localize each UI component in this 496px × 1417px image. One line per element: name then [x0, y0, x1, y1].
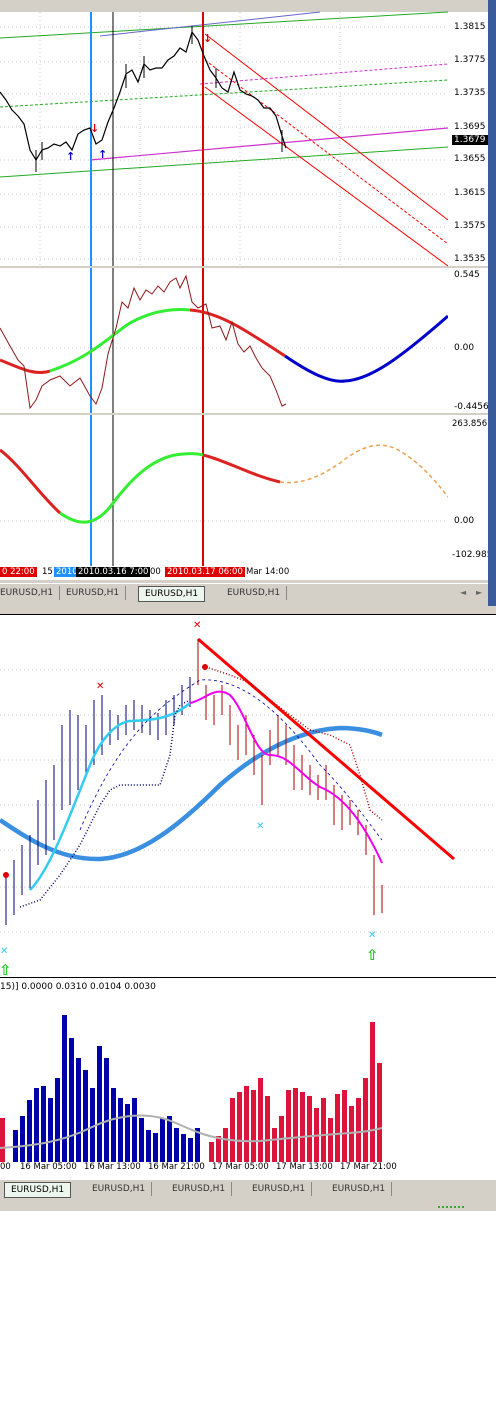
price-scale[interactable]: 1.3815 1.3775 1.3735 1.3695 1.3655 1.361… [448, 12, 488, 266]
chart-tab[interactable]: EURUSD,H1 [221, 586, 288, 600]
price-chart-svg: ↑ ↑ ↓ ↓ [0, 11, 449, 267]
chart-tab[interactable]: EURUSD,H1 [246, 1182, 313, 1196]
osc2-green-line [59, 452, 204, 524]
osc1-green-line [49, 308, 191, 373]
chart-tab[interactable]: EURUSD,H1 [0, 586, 61, 600]
time-label: 17 Mar 05:00 [212, 1162, 269, 1172]
chart-tab-active[interactable]: EURUSD,H1 [138, 586, 206, 602]
osc1-label: 0.00 [454, 343, 475, 353]
bottom-chart-svg: ✕ ✕ ✕ ✕ ✕ ⇧ ⇧ [0, 620, 496, 979]
cross-marker-icon: ✕ [256, 821, 264, 832]
top-time-axis: 0 22:00 15 2010 2010.03.16 7:00 00 2010.… [0, 566, 488, 580]
window-frame-edge [488, 0, 496, 606]
price-label: 1.3655 [454, 154, 486, 164]
osc2-label: 263.8561 [452, 419, 493, 429]
buy-arrow-icon: ↑ [66, 150, 75, 163]
time-label: 16 Mar 05:00 [20, 1162, 77, 1172]
sell-arrow-icon: ↓ [90, 122, 99, 135]
osc2-scale[interactable]: 263.8561 0.00 -102.985 [448, 415, 493, 566]
price-label: 1.3775 [454, 55, 486, 65]
time-label: 00 [150, 567, 161, 577]
cross-marker-icon: ✕ [368, 930, 376, 941]
time-label: 16 Mar 13:00 [84, 1162, 141, 1172]
oscillator-1-pane[interactable] [0, 268, 449, 413]
magenta-channel-lower[interactable] [89, 127, 449, 161]
osc2-forecast-line [279, 444, 449, 498]
cross-marker-icon: ✕ [193, 620, 201, 631]
price-label: 1.3735 [454, 88, 486, 98]
time-label: 15 [42, 567, 53, 577]
tab-scroll-left-icon[interactable]: ◄ [460, 588, 466, 597]
price-label: 1.3695 [454, 122, 486, 132]
time-label: 0 22:00 [0, 567, 37, 577]
connection-indicator [438, 1206, 464, 1210]
chart-tab[interactable]: EURUSD,H1 [86, 1182, 153, 1196]
osc1-label: 0.545 [454, 270, 480, 280]
price-label: 1.3615 [454, 188, 486, 198]
fast-ma-magenta [189, 690, 383, 864]
oscillator-2-svg [0, 415, 449, 566]
tab-scroll-right-icon[interactable]: ► [476, 588, 482, 597]
chart-tab[interactable]: EURUSD,H1 [326, 1182, 393, 1196]
osc1-blue-line [284, 314, 449, 383]
cross-marker-icon: ✕ [0, 946, 8, 957]
time-label: 16 Mar 21:00 [148, 1162, 205, 1172]
bottom-price-chart-pane[interactable]: ✕ ✕ ✕ ✕ ✕ ⇧ ⇧ [0, 614, 496, 979]
top-chart-window: ↑ ↑ ↓ ↓ 1.3815 1.3775 1.3735 1.3695 1.36… [0, 0, 496, 606]
histogram-svg [0, 1015, 383, 1162]
resistance-dots [205, 666, 383, 821]
black-vline-date: 2010.03.16 7:00 [76, 567, 151, 577]
signal-dot [202, 664, 208, 670]
red-channel-lower[interactable] [204, 86, 449, 267]
red-trendline[interactable] [197, 637, 455, 861]
osc2-red-line [0, 448, 62, 515]
status-bar [0, 1201, 496, 1211]
sell-arrow-icon: ↓ [203, 32, 212, 45]
chart-tab[interactable]: EURUSD,H1 [166, 1182, 233, 1196]
price-chart-pane[interactable]: ↑ ↑ ↓ ↓ [0, 11, 449, 267]
osc1-label: -0.4456 [454, 402, 489, 412]
histogram-bars-bull [13, 1015, 200, 1162]
osc1-red-line [189, 308, 286, 358]
price-label: 1.3815 [454, 22, 486, 32]
osc2-label: 0.00 [454, 516, 475, 526]
bottom-time-axis: 00 16 Mar 05:00 16 Mar 13:00 16 Mar 21:0… [0, 1162, 496, 1176]
time-label: 00 [0, 1162, 11, 1172]
osc1-scale[interactable]: 0.545 0.00 -0.4456 [448, 268, 489, 413]
splitter[interactable] [0, 606, 496, 614]
bottom-tab-bar: EURUSD,H1 EURUSD,H1 EURUSD,H1 EURUSD,H1 … [0, 1179, 496, 1202]
price-label: 1.3575 [454, 221, 486, 231]
red-channel-upper[interactable] [204, 33, 449, 221]
time-label: 17 Mar 13:00 [276, 1162, 333, 1172]
signal-dot [3, 872, 9, 878]
osc2-red-line [202, 453, 281, 484]
buy-arrow-icon: ↑ [98, 148, 107, 161]
chart-tab-active[interactable]: EURUSD,H1 [4, 1182, 72, 1198]
oscillator-1-svg [0, 268, 449, 413]
price-bars [0, 30, 287, 162]
red-vline-date: 2010.03.17 06:00 [165, 567, 245, 577]
green-channel-upper[interactable] [0, 11, 449, 39]
histogram-pane[interactable]: 15)] 0.0000 0.0310 0.0104 0.0030 [0, 977, 496, 1162]
buy-arrow-icon: ⇧ [366, 946, 379, 964]
current-price-badge: 1.3679 [452, 135, 488, 145]
osc2-label: -102.985 [452, 550, 493, 560]
top-tab-bar: EURUSD,H1 EURUSD,H1 EURUSD,H1 EURUSD,H1 … [0, 583, 488, 604]
chart-tab[interactable]: EURUSD,H1 [60, 586, 127, 600]
time-label: Mar 14:00 [246, 567, 290, 577]
cross-marker-icon: ✕ [96, 681, 104, 692]
price-label: 1.3535 [454, 254, 486, 264]
time-label: 17 Mar 21:00 [340, 1162, 397, 1172]
osc1-price-line [0, 274, 287, 410]
oscillator-2-pane[interactable] [0, 415, 449, 566]
